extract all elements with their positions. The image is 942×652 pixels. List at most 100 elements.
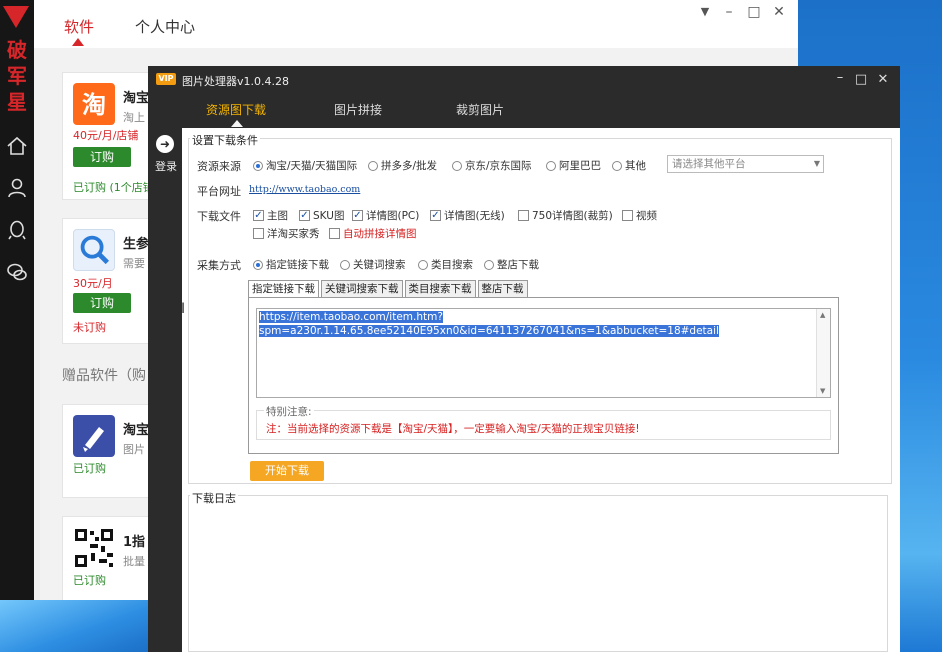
collect-option-category[interactable]: 类目搜索 — [418, 257, 473, 272]
tab-personal-center[interactable]: 个人中心 — [135, 16, 195, 37]
maximize-icon[interactable]: □ — [853, 72, 869, 87]
download-log-title: 下载日志 — [190, 490, 238, 506]
collect-option-keyword[interactable]: 关键词搜索 — [340, 257, 406, 272]
minimize-icon[interactable]: – — [720, 4, 738, 20]
wechat-icon[interactable] — [5, 260, 29, 284]
radio-icon — [368, 160, 378, 171]
login-arrow-icon[interactable]: ➜ — [156, 135, 174, 153]
tab-shop-download[interactable]: 整店下载 — [477, 280, 528, 298]
source-option-other[interactable]: 其他 — [612, 158, 646, 173]
vip-badge: VIP — [156, 73, 176, 85]
brush-app-icon — [73, 415, 115, 457]
source-option-alibaba[interactable]: 阿里巴巴 — [546, 158, 601, 173]
tab-software[interactable]: 软件 — [64, 16, 94, 37]
tab-crop-image[interactable]: 裁剪图片 — [456, 101, 504, 118]
qr-code-app-icon — [73, 527, 115, 569]
dropdown-icon[interactable]: ▼ — [696, 5, 714, 18]
source-option-jd[interactable]: 京东/京东国际 — [452, 158, 532, 173]
brand-char-2: 军 — [7, 64, 27, 88]
tab-link-download[interactable]: 指定链接下载 — [248, 280, 319, 298]
card-price: 40元/月/店铺 — [73, 129, 139, 142]
option-label: 其他 — [625, 160, 646, 172]
option-label: 详情图(PC) — [366, 210, 420, 222]
tab-resource-download[interactable]: 资源图下载 — [206, 101, 266, 118]
option-label: 拼多多/批发 — [381, 160, 438, 172]
checkbox-buyer-show[interactable]: 洋淘买家秀 — [253, 226, 320, 241]
source-option-taobao[interactable]: 淘宝/天猫/天猫国际 — [253, 158, 357, 173]
order-button[interactable]: 订购 — [73, 293, 131, 313]
checkbox-detail-mobile[interactable]: ✓ 详情图(无线) — [430, 208, 505, 223]
tab-category-download[interactable]: 类目搜索下载 — [404, 280, 476, 298]
brand-char-3: 星 — [7, 90, 27, 114]
maximize-icon[interactable]: □ — [745, 4, 763, 20]
collect-option-whole-shop[interactable]: 整店下载 — [484, 257, 539, 272]
card-subtitle: 淘上 — [123, 111, 145, 124]
brand-char-1: 破 — [7, 38, 27, 62]
download-log-area[interactable] — [188, 495, 888, 652]
url-line-1: https://item.taobao.com/item.htm? — [259, 311, 443, 323]
card-title: 1指 — [123, 535, 146, 550]
tab-keyword-download[interactable]: 关键词搜索下载 — [321, 280, 403, 298]
scroll-up-icon[interactable]: ▲ — [820, 311, 825, 319]
order-status: 已订购 (1个店铺 — [73, 181, 154, 194]
taobao-app-icon: 淘 — [73, 83, 115, 125]
qq-icon[interactable] — [5, 218, 29, 242]
checkbox-sku-image[interactable]: ✓ SKU图 — [299, 208, 344, 223]
url-line-2: spm=a230r.1.14.65.8ee52140E95xn0&id=6411… — [259, 325, 719, 337]
order-status: 已订购 — [73, 462, 106, 475]
active-tab-indicator — [231, 120, 243, 127]
collect-method-label: 采集方式 — [197, 259, 241, 272]
conditions-title: 设置下载条件 — [190, 132, 260, 148]
checkbox-detail-pc[interactable]: ✓ 详情图(PC) — [352, 208, 419, 223]
main-tab-bar: 软件 个人中心 ▼ – □ ✕ — [34, 0, 798, 48]
select-placeholder: 请选择其他平台 — [672, 158, 746, 170]
tab-image-stitch[interactable]: 图片拼接 — [334, 101, 382, 118]
card-title: 淘宝 — [123, 91, 150, 106]
collect-option-link[interactable]: 指定链接下载 — [253, 257, 329, 272]
checkbox-checked-icon: ✓ — [352, 210, 363, 221]
svg-text:淘: 淘 — [82, 91, 106, 119]
option-label: 指定链接下载 — [266, 259, 329, 271]
checkbox-auto-stitch[interactable]: 自动拼接详情图 — [329, 226, 417, 241]
platform-url-link[interactable]: http://www.taobao.com — [249, 184, 360, 195]
checkbox-unchecked-icon — [253, 228, 264, 239]
scroll-down-icon[interactable]: ▼ — [820, 387, 825, 395]
checkbox-checked-icon: ✓ — [253, 210, 264, 221]
user-icon[interactable] — [5, 176, 29, 200]
checkbox-750-detail[interactable]: 750详情图(裁剪) — [518, 208, 613, 223]
option-label: 京东/京东国际 — [465, 160, 532, 172]
card-title: 淘宝 — [123, 423, 150, 438]
window-titlebar[interactable]: VIP 图片处理器v1.0.4.28 – □ ✕ — [148, 66, 900, 94]
text-cursor-icon: I — [181, 301, 186, 317]
checkbox-unchecked-icon — [329, 228, 340, 239]
checkbox-main-image[interactable]: ✓ 主图 — [253, 208, 288, 223]
close-icon[interactable]: ✕ — [770, 4, 788, 20]
other-platform-select[interactable]: 请选择其他平台 ▼ — [667, 155, 824, 173]
source-label: 资源来源 — [197, 160, 241, 173]
download-files-label: 下载文件 — [197, 210, 241, 223]
option-label: 淘宝/天猫/天猫国际 — [266, 160, 358, 172]
download-panel: 设置下载条件 资源来源 淘宝/天猫/天猫国际 拼多多/批发 京东/京东国际 阿里… — [182, 128, 900, 652]
start-download-button[interactable]: 开始下载 — [250, 461, 324, 481]
order-status: 已订购 — [73, 574, 106, 587]
radio-icon — [253, 160, 263, 171]
product-url-input[interactable]: https://item.taobao.com/item.htm? spm=a2… — [256, 308, 831, 398]
home-icon[interactable] — [5, 134, 29, 158]
order-button[interactable]: 订购 — [73, 147, 131, 167]
card-subtitle: 批量 — [123, 555, 145, 568]
login-button[interactable]: 登录 — [155, 158, 177, 174]
url-input-scrollbar[interactable]: ▲ ▼ — [816, 309, 830, 397]
card-subtitle: 需要 — [123, 257, 145, 270]
minimize-icon[interactable]: – — [832, 70, 848, 85]
close-icon[interactable]: ✕ — [875, 72, 891, 87]
source-option-pinduoduo[interactable]: 拼多多/批发 — [368, 158, 437, 173]
checkbox-video[interactable]: 视频 — [622, 208, 657, 223]
special-notice-box: 特别注意: 注：当前选择的资源下载是【淘宝/天猫】，一定要输入淘宝/天猫的正规宝… — [256, 404, 831, 440]
active-tab-indicator — [72, 38, 84, 46]
magnifier-app-icon — [73, 229, 115, 271]
radio-icon — [340, 259, 350, 270]
notice-label: 特别注意: — [264, 404, 314, 419]
option-label: 阿里巴巴 — [559, 160, 601, 172]
option-label: 详情图(无线) — [444, 210, 505, 222]
platform-url-label: 平台网址 — [197, 185, 241, 198]
